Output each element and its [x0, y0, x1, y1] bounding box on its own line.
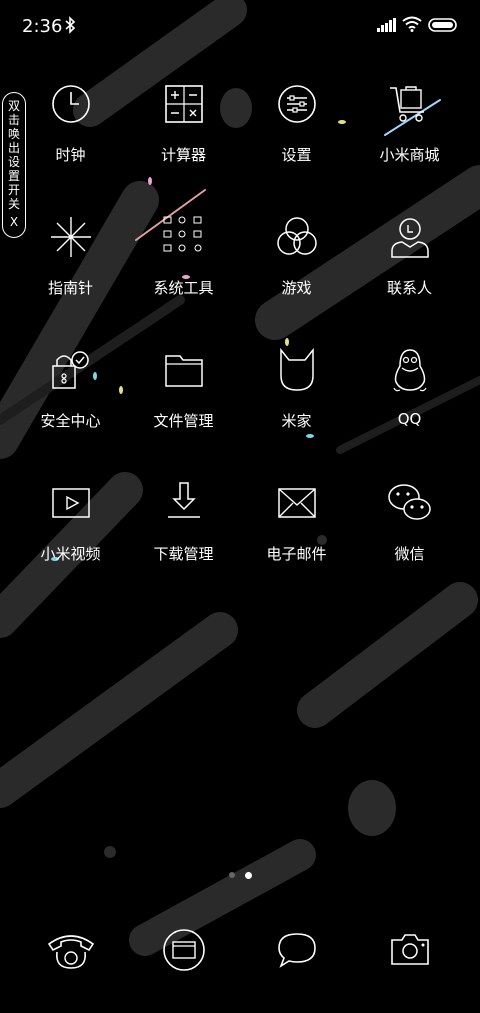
- security-icon: [51, 351, 89, 389]
- side-tab-char: 出: [7, 141, 20, 155]
- app-label: 指南针: [47, 279, 93, 297]
- side-tab-char: 设: [7, 155, 20, 169]
- shopping-cart-icon: [389, 86, 424, 122]
- dock: [14, 920, 466, 980]
- mijia-icon: [279, 347, 314, 391]
- app-clock[interactable]: 时钟: [14, 74, 127, 207]
- side-tab-close-button[interactable]: X: [10, 215, 18, 229]
- app-label: 下载管理: [153, 545, 214, 563]
- dock-phone[interactable]: [14, 920, 127, 980]
- side-tab-char: 开: [7, 183, 20, 197]
- messages-icon: [277, 933, 316, 968]
- app-label: 小米视频: [40, 545, 101, 563]
- wifi-icon: [402, 16, 422, 32]
- app-games[interactable]: 游戏: [240, 207, 353, 340]
- app-label: 联系人: [386, 279, 432, 297]
- app-contacts[interactable]: 联系人: [353, 207, 466, 340]
- games-icon: [276, 217, 317, 255]
- app-label: 系统工具: [153, 279, 214, 297]
- app-label: 计算器: [160, 146, 206, 164]
- app-system-tools[interactable]: 系统工具: [127, 207, 240, 340]
- side-tab-char: 唤: [7, 127, 20, 141]
- contacts-icon: [390, 218, 429, 258]
- video-icon: [51, 488, 90, 518]
- qq-penguin-icon: [392, 349, 427, 392]
- app-security-center[interactable]: 安全中心: [14, 340, 127, 473]
- page-dot-current[interactable]: [244, 872, 252, 879]
- status-time: 2:36: [22, 16, 63, 37]
- app-label: 设置: [281, 146, 312, 164]
- app-label: 游戏: [281, 279, 312, 297]
- mail-icon: [277, 488, 316, 518]
- app-label: 米家: [281, 412, 312, 430]
- download-icon: [167, 482, 200, 518]
- app-label: QQ: [397, 410, 422, 428]
- app-settings[interactable]: 设置: [240, 74, 353, 207]
- camera-icon: [390, 934, 429, 965]
- phone-icon: [47, 935, 94, 969]
- tools-folder-icon: [163, 216, 201, 252]
- dock-browser[interactable]: [127, 920, 240, 980]
- battery-icon: [428, 18, 457, 32]
- bluetooth-icon: [65, 16, 76, 34]
- calculator-icon: [164, 85, 203, 123]
- app-mi-store[interactable]: 小米商城: [353, 74, 466, 207]
- side-tab-char: 双: [7, 99, 20, 113]
- app-compass[interactable]: 指南针: [14, 207, 127, 340]
- folder-icon: [164, 355, 203, 387]
- browser-icon: [162, 929, 205, 971]
- dock-messages[interactable]: [240, 920, 353, 980]
- app-label: 安全中心: [40, 412, 101, 430]
- app-qq[interactable]: QQ: [353, 340, 466, 473]
- app-mi-video[interactable]: 小米视频: [14, 473, 127, 606]
- side-tab-char: 关: [7, 197, 20, 211]
- app-label: 小米商城: [379, 146, 440, 164]
- app-label: 电子邮件: [266, 545, 327, 563]
- app-mijia[interactable]: 米家: [240, 340, 353, 473]
- app-grid: 时钟 计算器 设置 小米商城 指南针 系统工具 游戏 联系人 安全中心 文件管理…: [14, 74, 466, 606]
- app-label: 微信: [394, 545, 425, 563]
- app-download-manager[interactable]: 下载管理: [127, 473, 240, 606]
- app-label: 时钟: [55, 146, 86, 164]
- dock-camera[interactable]: [353, 920, 466, 980]
- app-email[interactable]: 电子邮件: [240, 473, 353, 606]
- status-bar: 2:36: [0, 0, 480, 54]
- wechat-icon: [387, 484, 431, 520]
- clock-icon: [51, 85, 90, 123]
- app-file-manager[interactable]: 文件管理: [127, 340, 240, 473]
- side-tab-char: 置: [7, 169, 20, 183]
- signal-icon: [377, 18, 396, 32]
- side-tab-char: 击: [7, 113, 20, 127]
- app-wechat[interactable]: 微信: [353, 473, 466, 606]
- compass-icon: [50, 217, 91, 257]
- app-label: 文件管理: [153, 412, 214, 430]
- quick-ball-side-tab[interactable]: 双 击 唤 出 设 置 开 关 X: [2, 92, 26, 238]
- page-indicator: [0, 872, 480, 879]
- app-calculator[interactable]: 计算器: [127, 74, 240, 207]
- page-dot[interactable]: [228, 872, 235, 878]
- settings-icon: [277, 85, 316, 123]
